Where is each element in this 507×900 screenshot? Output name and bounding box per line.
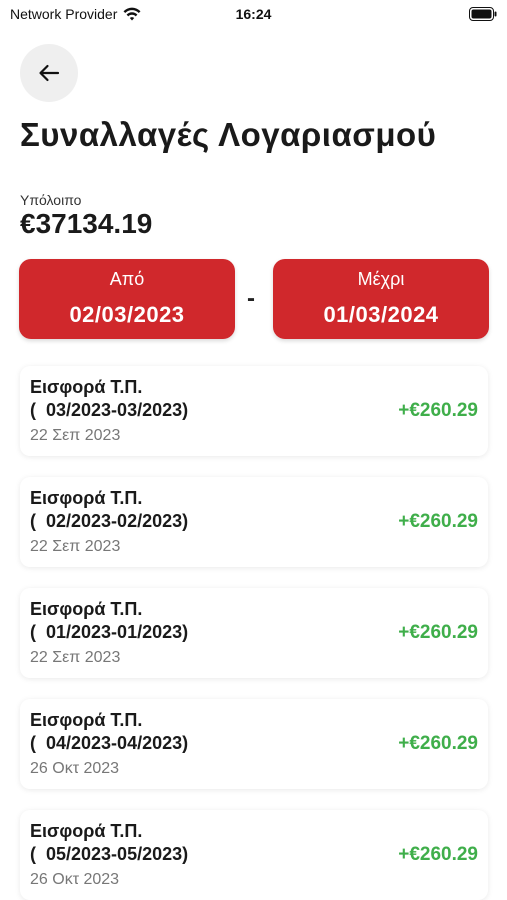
transaction-date: 26 Οκτ 2023 — [30, 760, 120, 777]
transaction-list: Εισφορά Τ.Π. ( 03/2023-03/2023) 22 Σεπ 2… — [20, 366, 488, 900]
transaction-title: Εισφορά Τ.Π. ( 04/2023-04/2023) — [30, 710, 189, 753]
transaction-amount: +€260.29 — [398, 400, 478, 421]
clock: 16:24 — [235, 6, 272, 22]
transaction-card[interactable]: Εισφορά Τ.Π. ( 05/2023-05/2023) 26 Οκτ 2… — [20, 810, 488, 900]
balance-value: €37134.19 — [20, 208, 153, 239]
transaction-title: Εισφορά Τ.Π. ( 01/2023-01/2023) — [30, 599, 189, 642]
status-bar: Network Provider 16:24 — [0, 0, 507, 28]
transaction-amount: +€260.29 — [398, 622, 478, 643]
to-date-value: 01/03/2024 — [323, 302, 439, 327]
to-date-button[interactable]: Μέχρι 01/03/2024 — [273, 259, 489, 339]
page-title: Συναλλαγές Λογαριασμού — [20, 116, 437, 153]
transaction-title: Εισφορά Τ.Π. ( 05/2023-05/2023) — [30, 821, 189, 864]
transaction-amount: +€260.29 — [398, 844, 478, 865]
transaction-date: 22 Σεπ 2023 — [30, 538, 121, 555]
arrow-left-icon — [39, 64, 60, 82]
transaction-amount: +€260.29 — [398, 733, 478, 754]
transaction-amount: +€260.29 — [398, 511, 478, 532]
battery-icon — [469, 7, 497, 21]
transaction-card[interactable]: Εισφορά Τ.Π. ( 04/2023-04/2023) 26 Οκτ 2… — [20, 699, 488, 789]
date-range-separator: - — [247, 285, 255, 312]
to-date-label: Μέχρι — [357, 269, 405, 289]
transaction-date: 22 Σεπ 2023 — [30, 649, 121, 666]
balance-label: Υπόλοιπο — [20, 192, 82, 208]
transaction-card[interactable]: Εισφορά Τ.Π. ( 01/2023-01/2023) 22 Σεπ 2… — [20, 588, 488, 678]
from-date-label: Από — [109, 269, 145, 289]
transaction-date: 22 Σεπ 2023 — [30, 427, 121, 444]
from-date-value: 02/03/2023 — [69, 302, 185, 327]
transaction-title: Εισφορά Τ.Π. ( 02/2023-02/2023) — [30, 488, 189, 531]
from-date-button[interactable]: Από 02/03/2023 — [19, 259, 235, 339]
transaction-title: Εισφορά Τ.Π. ( 03/2023-03/2023) — [30, 377, 189, 420]
transaction-date: 26 Οκτ 2023 — [30, 871, 120, 888]
transaction-card[interactable]: Εισφορά Τ.Π. ( 02/2023-02/2023) 22 Σεπ 2… — [20, 477, 488, 567]
back-button[interactable] — [20, 44, 78, 102]
transaction-card[interactable]: Εισφορά Τ.Π. ( 03/2023-03/2023) 22 Σεπ 2… — [20, 366, 488, 456]
